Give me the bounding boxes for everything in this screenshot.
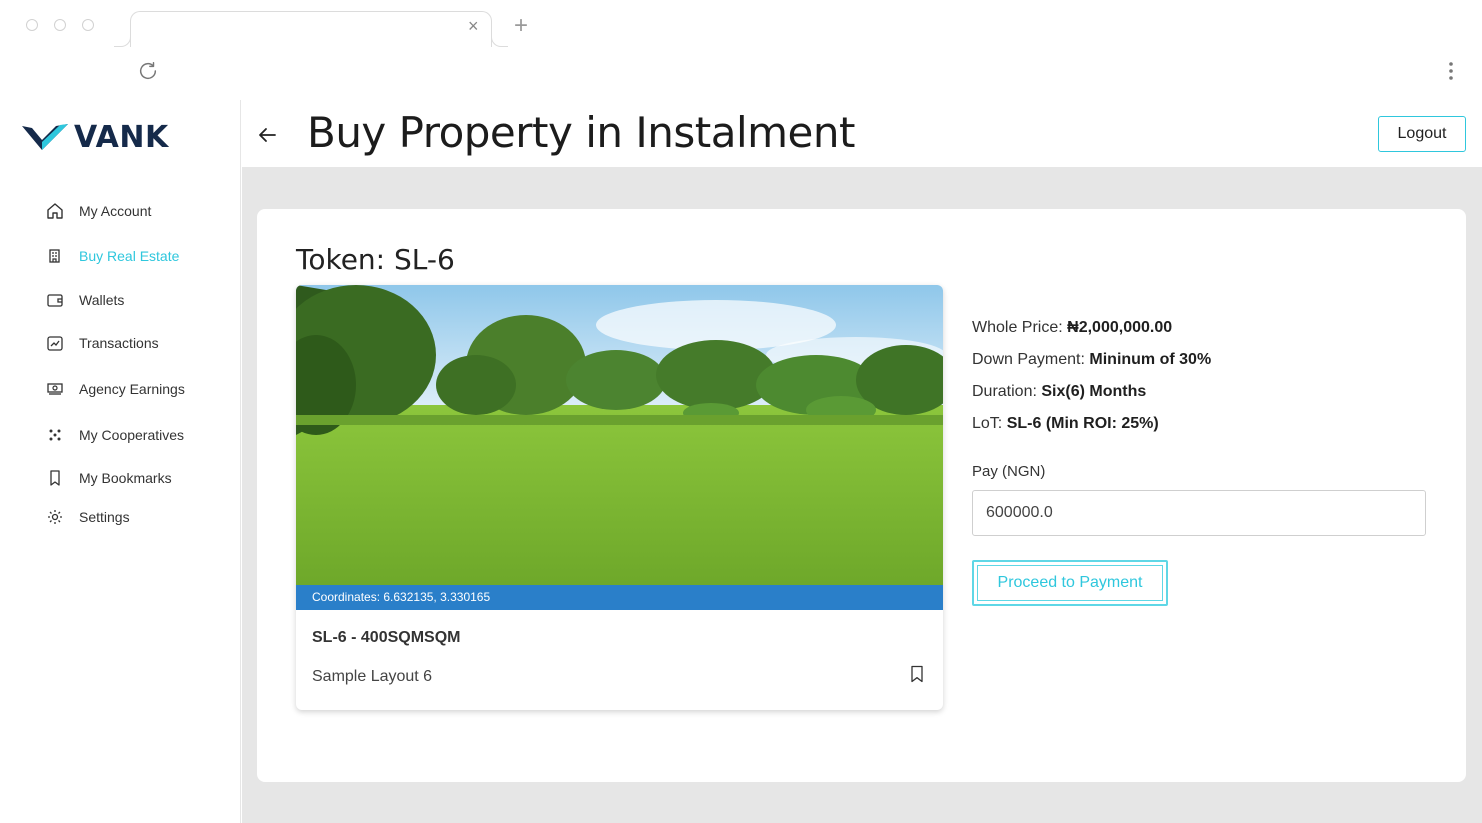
whole-price-value: ₦2,000,000.00 — [1067, 319, 1173, 336]
sidebar-item-wallets[interactable]: Wallets — [44, 287, 124, 313]
bookmark-icon — [44, 467, 66, 489]
reload-icon[interactable] — [137, 60, 159, 82]
duration-label: Duration: — [972, 383, 1037, 400]
browser-menu-icon[interactable] — [1444, 60, 1458, 82]
browser-chrome: × + — [0, 0, 1482, 100]
pay-amount-input[interactable] — [972, 490, 1426, 536]
token-title: Token: SL-6 — [296, 243, 455, 276]
money-icon — [44, 378, 66, 400]
sidebar-item-label: Buy Real Estate — [79, 248, 180, 264]
browser-tab[interactable] — [130, 11, 492, 47]
vank-logo[interactable]: VANK — [20, 118, 180, 158]
property-details: Whole Price: ₦2,000,000.00 Down Payment:… — [972, 317, 1211, 445]
duration-row: Duration: Six(6) Months — [972, 381, 1211, 413]
main-content: Token: SL-6 Coordinates: 6.632135, 3.330… — [242, 167, 1482, 823]
lot-label: LoT: — [972, 415, 1003, 432]
sidebar-item-buy-real-estate[interactable]: Buy Real Estate — [44, 243, 179, 269]
home-icon — [44, 200, 66, 222]
window-close-dot[interactable] — [26, 19, 38, 31]
property-image — [296, 285, 943, 585]
proceed-to-payment-button[interactable]: Proceed to Payment — [972, 560, 1168, 606]
gear-icon — [44, 506, 66, 528]
page-title: Buy Property in Instalment — [307, 108, 855, 157]
coordinates-bar: Coordinates: 6.632135, 3.330165 — [296, 585, 943, 610]
logout-button[interactable]: Logout — [1378, 116, 1466, 152]
tab-curve-right — [491, 30, 508, 47]
lot-row: LoT: SL-6 (Min ROI: 25%) — [972, 413, 1211, 445]
sidebar-item-label: Settings — [79, 509, 130, 525]
duration-value: Six(6) Months — [1041, 383, 1147, 400]
bookmark-icon[interactable] — [909, 665, 925, 683]
down-payment-row: Down Payment: Mininum of 30% — [972, 349, 1211, 381]
proceed-button-label: Proceed to Payment — [977, 565, 1163, 601]
tab-curve-left — [114, 30, 131, 47]
sidebar-item-settings[interactable]: Settings — [44, 504, 130, 530]
wallet-icon — [44, 289, 66, 311]
new-tab-icon[interactable]: + — [514, 11, 528, 41]
sidebar-item-label: My Cooperatives — [79, 427, 185, 443]
brand-name: VANK — [74, 120, 169, 155]
whole-price-row: Whole Price: ₦2,000,000.00 — [972, 317, 1211, 349]
property-name: SL-6 - 400SQMSQM — [312, 629, 461, 646]
whole-price-label: Whole Price: — [972, 319, 1063, 336]
sidebar-item-my-account[interactable]: My Account — [44, 198, 151, 224]
sidebar-item-label: My Account — [79, 203, 152, 219]
pay-label: Pay (NGN) — [972, 463, 1046, 480]
sidebar-item-my-bookmarks[interactable]: My Bookmarks — [44, 465, 172, 491]
window-maximize-dot[interactable] — [82, 19, 94, 31]
purchase-card: Token: SL-6 Coordinates: 6.632135, 3.330… — [257, 209, 1466, 782]
sidebar-item-label: My Bookmarks — [79, 470, 172, 486]
lot-value: SL-6 (Min ROI: 25%) — [1006, 415, 1159, 432]
sidebar-item-label: Agency Earnings — [79, 381, 185, 397]
building-icon — [44, 245, 66, 267]
people-icon — [44, 424, 66, 446]
down-payment-value: Mininum of 30% — [1089, 351, 1212, 368]
sidebar-item-label: Transactions — [79, 335, 159, 351]
logo-mark-icon — [22, 124, 68, 150]
down-payment-label: Down Payment: — [972, 351, 1085, 368]
sidebar-item-my-cooperatives[interactable]: My Cooperatives — [44, 422, 184, 448]
chart-icon — [44, 332, 66, 354]
page-header: Buy Property in Instalment Logout — [242, 100, 1482, 167]
sidebar-item-agency-earnings[interactable]: Agency Earnings — [44, 376, 185, 402]
window-minimize-dot[interactable] — [54, 19, 66, 31]
sidebar-item-label: Wallets — [79, 292, 125, 308]
sidebar: VANK My Account Buy Real Estate Wallets … — [0, 100, 241, 823]
sidebar-item-transactions[interactable]: Transactions — [44, 330, 159, 356]
property-layout: Sample Layout 6 — [312, 668, 433, 685]
property-card[interactable]: Coordinates: 6.632135, 3.330165 SL-6 - 4… — [296, 285, 943, 710]
back-arrow-icon[interactable] — [256, 124, 278, 146]
tab-close-icon[interactable]: × — [468, 16, 479, 36]
